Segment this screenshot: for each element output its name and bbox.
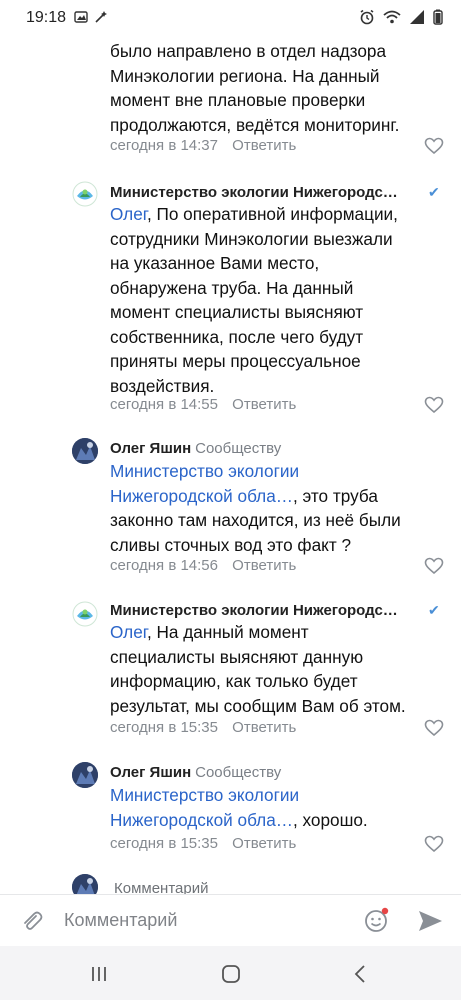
wifi-icon [383,10,401,24]
status-system-icons [359,9,443,25]
avatar[interactable] [72,762,98,788]
comment-time: сегодня в 14:55 [110,396,218,413]
comment-meta: сегодня в 14:37 Ответить [110,137,296,154]
comment-text-line: Олег, По оперативной информации, [110,204,398,224]
verified-check-icon: ✔ [428,602,440,618]
comment-text-line: приняты меры процессуальное [110,351,361,371]
comment-meta: сегодня в 15:35 Ответить [110,719,296,736]
reply-button[interactable]: Ответить [232,396,296,413]
comment-text-line: обнаружена труба. На данный [110,277,354,298]
avatar[interactable] [72,181,98,207]
status-notification-icons [74,10,108,24]
comment-time: сегодня в 14:56 [110,557,218,574]
comment-text-line: продолжаются, ведётся мониторинг. [110,114,400,135]
like-heart-icon[interactable] [424,719,444,737]
send-arrow-icon[interactable] [416,907,444,935]
avatar[interactable] [72,874,98,894]
avatar[interactable] [72,601,98,627]
magic-wand-icon [95,11,107,23]
comment-text-line: момент вне плановые проверки [110,90,366,110]
like-heart-icon[interactable] [424,137,444,155]
comment-text: Олег, На данный момент специалисты выясн… [110,620,450,718]
home-button-icon[interactable] [220,963,242,985]
comment-text-line: результат, мы сообщим Вам об этом. [110,695,406,716]
comment-text-line: было направлено в отдел надзора [110,41,387,61]
emoji-smile-icon[interactable] [364,907,390,933]
comments-feed[interactable]: было направлено в отдел надзора Минэколо… [0,36,461,894]
comment-meta: сегодня в 14:55 Ответить [110,396,296,413]
comment-text-line: Нижегородской обла…, это труба [110,485,378,506]
like-heart-icon[interactable] [424,835,444,853]
image-notification-icon [74,11,88,23]
verified-check-icon: ✔ [428,184,440,200]
back-chevron-icon[interactable] [350,963,372,985]
mention-link[interactable]: Нижегородской обла… [110,486,293,506]
comment-text: Министерство экологии Нижегородской обла… [110,783,450,832]
reply-button[interactable]: Ответить [232,137,296,154]
comment-time: сегодня в 14:37 [110,137,218,154]
comment-time: сегодня в 15:35 [110,719,218,736]
recent-apps-icon[interactable] [88,963,110,985]
comment-text-line: сливы сточных вод это факт ? [110,534,352,555]
mention-link[interactable]: Министерство экологии [110,459,450,484]
ministry-logo-icon [72,181,98,207]
mention-link[interactable]: Нижегородской обла… [110,810,293,830]
comment-text-line: на указанное Вами место, [110,253,320,273]
mention-link[interactable]: Олег [110,622,147,642]
reply-button[interactable]: Ответить [232,835,296,852]
user-photo-icon [72,762,98,788]
reply-button[interactable]: Ответить [232,719,296,736]
recipient-label: Сообществу [195,440,282,457]
comment-composer: Комментарий [0,894,461,947]
avatar[interactable] [72,438,98,464]
comment-author[interactable]: Олег Яшин Сообществу [110,440,281,457]
alarm-icon [360,9,374,25]
like-heart-icon[interactable] [424,557,444,575]
signal-icon [410,10,424,24]
comment-text-line: Олег, На данный момент [110,622,309,642]
attach-paperclip-icon[interactable] [20,909,44,933]
comment-text-line: момент специалисты выясняют [110,302,364,322]
status-bar: 19:18 [0,0,461,36]
user-photo-icon [72,438,98,464]
reply-button[interactable]: Ответить [232,557,296,574]
battery-icon [433,9,443,25]
user-photo-icon [72,874,98,894]
comment-text-line: Нижегородской обла…, хорошо. [110,809,368,830]
comment-author[interactable]: Олег Яшин Сообществу [110,764,281,781]
comment-text: Олег, По оперативной информации, сотрудн… [110,202,450,398]
comment-text-line: воздействия. [110,375,215,396]
comment-author[interactable]: Министерство экологии Нижегородс… [110,184,398,201]
system-navigation-bar [0,946,461,1000]
ministry-logo-icon [72,601,98,627]
comment-text-line: Минэкологии региона. На данный [110,65,380,86]
mention-link[interactable]: Олег [110,204,147,224]
status-time: 19:18 [26,9,67,26]
partial-comment-hint: Комментарий [114,880,209,894]
mention-link[interactable]: Министерство экологии [110,783,450,808]
comment-time: сегодня в 15:35 [110,835,218,852]
comment-text-line: сотрудники Минэкологии выезжали [110,228,393,249]
comment-text-line: законно там находится, из неё были [110,510,401,530]
comment-meta: сегодня в 14:56 Ответить [110,557,296,574]
comment-text-line: собственника, после чего будут [110,326,364,347]
recipient-label: Сообществу [195,764,282,781]
like-heart-icon[interactable] [424,396,444,414]
comment-text: Министерство экологии Нижегородской обла… [110,459,450,557]
comment-input[interactable]: Комментарий [64,910,177,931]
comment-text-line: информацию, как только будет [110,671,358,691]
comment-meta: сегодня в 15:35 Ответить [110,835,296,852]
comment-text: было направлено в отдел надзора Минэколо… [110,39,450,137]
comment-author[interactable]: Министерство экологии Нижегородс… [110,602,398,619]
comment-text-line: специалисты выясняют данную [110,646,364,667]
